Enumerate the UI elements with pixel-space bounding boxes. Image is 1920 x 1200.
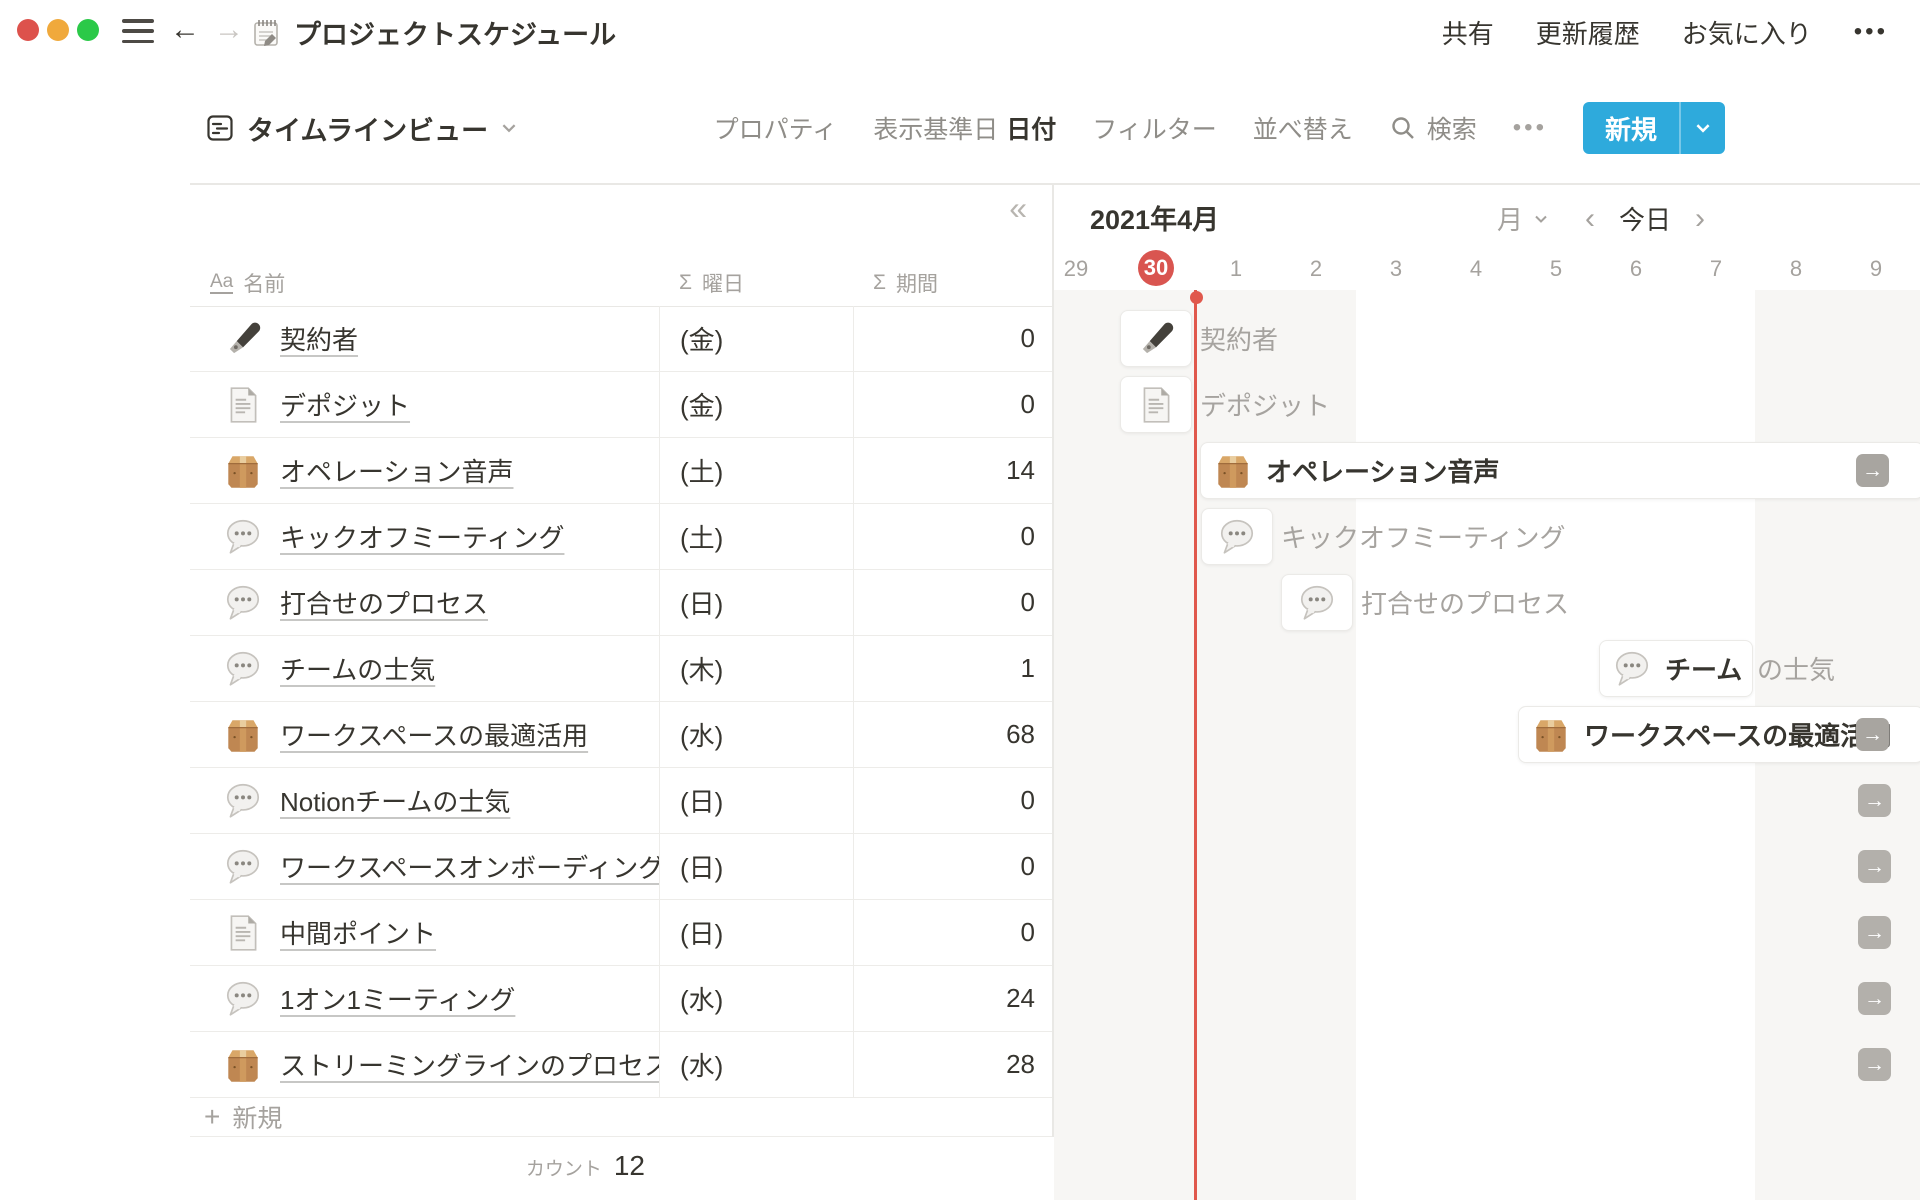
timeline-card[interactable] [1281, 574, 1353, 631]
date-basis-value: 日付 [1006, 116, 1056, 144]
timeline-date: 4 [1436, 256, 1516, 282]
timeline-scale-select[interactable]: 月 [1497, 200, 1549, 237]
timeline-date: 6 [1596, 256, 1676, 282]
timeline-item-overflow-label: キックオフミーティング [1281, 508, 1565, 565]
view-switcher[interactable]: タイムラインビュー [205, 109, 518, 148]
scroll-to-item-arrow-button[interactable]: → [1858, 982, 1891, 1015]
timeline-card[interactable] [1201, 508, 1273, 565]
new-button-chevron-icon[interactable] [1679, 102, 1725, 154]
package-icon [1530, 714, 1572, 756]
scroll-to-item-arrow-button[interactable]: → [1858, 850, 1891, 883]
scroll-to-item-arrow-button[interactable]: → [1858, 784, 1891, 817]
filter-button[interactable]: フィルター [1092, 110, 1217, 146]
timeline-today-button[interactable]: 今日 [1619, 200, 1671, 237]
timeline-item-overflow-label: の士気 [1757, 640, 1835, 697]
view-name: タイムラインビュー [247, 109, 488, 148]
timeline-date: 2 [1276, 256, 1356, 282]
timeline-card[interactable]: チーム [1599, 640, 1753, 697]
notion-window: ← → プロジェクトスケジュール 共有 更新履歴 お気に入り ••• [0, 0, 1920, 1200]
timeline-card[interactable] [1120, 310, 1192, 367]
bar-end-arrow-button[interactable]: → [1856, 718, 1889, 751]
sidebar-menu-icon[interactable] [122, 19, 154, 43]
timeline-date: 7 [1676, 256, 1756, 282]
timeline-canvas[interactable]: 2021年4月 月 ‹ 今日 › 29 30 123456789 契約者 デポジット… [0, 184, 1920, 1200]
date-basis-label: 表示基準日 [873, 116, 998, 144]
package-icon [1530, 714, 1572, 756]
view-toolbar: タイムラインビュー プロパティ 表示基準日日付 フィルター 並べ替え 検索 ••… [205, 100, 1725, 156]
back-arrow-icon[interactable]: ← [170, 8, 200, 52]
today-date-badge[interactable]: 30 [1138, 250, 1174, 286]
timeline-date: 8 [1756, 256, 1836, 282]
more-options-icon[interactable]: ••• [1854, 18, 1888, 46]
today-line-dot [1190, 291, 1203, 304]
timeline-item-title: チーム [1665, 650, 1742, 687]
timeline-month-label: 2021年4月 [1090, 198, 1219, 237]
traffic-zoom-button[interactable] [77, 19, 99, 41]
timeline-date: 29 [1036, 256, 1116, 282]
notepad-icon [250, 17, 282, 49]
scroll-to-item-arrow-button[interactable]: → [1858, 1048, 1891, 1081]
page-title[interactable]: プロジェクトスケジュール [294, 13, 616, 52]
timeline-item-overflow-label: 打合せのプロセス [1361, 574, 1569, 631]
share-button[interactable]: 共有 [1442, 14, 1494, 51]
pen-icon [1135, 318, 1177, 360]
timeline-item-overflow-label: デポジット [1200, 376, 1330, 433]
speech-bubble-icon [1611, 648, 1653, 690]
timeline-date: 5 [1516, 256, 1596, 282]
today-line [1194, 290, 1197, 1200]
bar-end-arrow-button[interactable]: → [1856, 454, 1889, 487]
traffic-close-button[interactable] [17, 19, 39, 41]
chevron-down-icon [1533, 211, 1549, 227]
timeline-bar[interactable]: オペレーション音声 [1200, 442, 1920, 499]
document-icon [1135, 384, 1177, 426]
timeline-date: 9 [1836, 256, 1916, 282]
search-label: 検索 [1427, 110, 1477, 146]
updates-button[interactable]: 更新履歴 [1536, 14, 1640, 51]
traffic-minimize-button[interactable] [47, 19, 69, 41]
speech-bubble-icon [1611, 648, 1653, 690]
speech-bubble-icon [1216, 516, 1258, 558]
favorite-button[interactable]: お気に入り [1682, 14, 1812, 51]
speech-bubble-icon [1296, 582, 1338, 624]
scroll-to-item-arrow-button[interactable]: → [1858, 916, 1891, 949]
search-icon [1389, 114, 1417, 142]
view-more-icon[interactable]: ••• [1513, 114, 1547, 142]
timeline-date: 3 [1356, 256, 1436, 282]
timeline-date: 1 [1196, 256, 1276, 282]
chevron-down-icon [500, 119, 518, 137]
new-button-label: 新規 [1583, 102, 1679, 154]
timeline-item-title: オペレーション音声 [1266, 452, 1499, 489]
properties-button[interactable]: プロパティ [714, 110, 838, 146]
timeline-next-icon[interactable]: › [1695, 204, 1705, 234]
search-button[interactable]: 検索 [1389, 110, 1477, 146]
document-icon [1135, 384, 1177, 426]
timeline-item-title: ワークスペースの最適活用 [1584, 716, 1892, 753]
timeline-card[interactable] [1120, 376, 1192, 433]
timeline-view-icon [205, 113, 235, 143]
package-icon [1212, 450, 1254, 492]
timeline-scale-value: 月 [1497, 200, 1523, 237]
date-basis-button[interactable]: 表示基準日日付 [873, 110, 1056, 146]
timeline-prev-icon[interactable]: ‹ [1585, 204, 1595, 234]
new-button[interactable]: 新規 [1583, 102, 1725, 154]
pen-icon [1135, 318, 1177, 360]
sort-button[interactable]: 並べ替え [1253, 110, 1353, 146]
speech-bubble-icon [1296, 582, 1338, 624]
speech-bubble-icon [1216, 516, 1258, 558]
timeline-item-overflow-label: 契約者 [1200, 310, 1278, 367]
package-icon [1212, 450, 1254, 492]
forward-arrow-icon[interactable]: → [214, 8, 244, 52]
